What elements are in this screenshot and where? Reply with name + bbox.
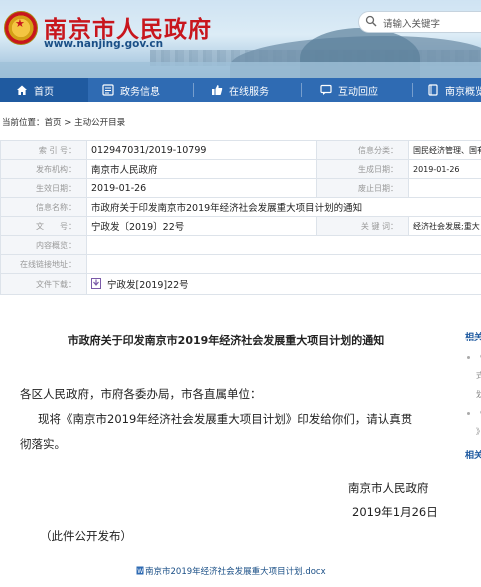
- nav-label-online-service: 在线服务: [229, 86, 269, 98]
- table-row: 文件下载： 宁政发[2019]22号: [0, 273, 481, 295]
- category-value: 国民经济管理、国有: [408, 140, 481, 160]
- effective-date-label: 生效日期：: [0, 178, 87, 198]
- online-link-label: 在线链接地址：: [0, 254, 87, 274]
- created-date-value: 2019-01-26: [408, 159, 481, 179]
- nav-item-interaction[interactable]: 互动回应: [320, 78, 378, 102]
- index-number-label: 索 引 号：: [0, 140, 87, 160]
- keywords-label: 关 键 词：: [316, 216, 409, 236]
- nav-divider: [301, 83, 302, 97]
- nav-item-gov-info[interactable]: 政务信息: [102, 78, 160, 102]
- issuer-label: 发布机构：: [0, 159, 87, 179]
- breadcrumb-home-link[interactable]: 首页: [45, 118, 62, 128]
- document-number-label: 文 号：: [0, 216, 87, 236]
- article-title: 市政府关于印发南京市2019年经济社会发展重大项目计划的通知: [67, 334, 385, 347]
- sidebar-related-heading: 相关: [465, 333, 481, 343]
- info-name-label: 信息名称：: [0, 197, 87, 217]
- nav-item-overview[interactable]: 南京概览: [427, 78, 481, 102]
- index-number-value: 012947031/2019-10799: [86, 140, 317, 160]
- banner-lake: [0, 62, 481, 78]
- search-box[interactable]: 请输入关键字: [358, 11, 481, 33]
- table-row: 内容概览：: [0, 235, 481, 255]
- table-row: 在线链接地址：: [0, 254, 481, 274]
- category-label: 信息分类：: [316, 140, 409, 160]
- chat-icon: [320, 84, 332, 95]
- effective-date-value: 2019-01-26: [86, 178, 317, 198]
- sidebar-link-fragment[interactable]: 《: [476, 351, 481, 362]
- site-url: www.nanjing.gov.cn: [44, 38, 164, 50]
- attachment-filename[interactable]: 南京市2019年经济社会发展重大项目计划.docx: [145, 567, 326, 577]
- nav-label-overview: 南京概览: [445, 86, 481, 98]
- article-note: （此件公开发布）: [40, 529, 132, 543]
- download-label: 文件下载：: [0, 273, 87, 295]
- search-input[interactable]: 请输入关键字: [383, 16, 440, 30]
- online-link-value[interactable]: [86, 254, 481, 274]
- breadcrumb-separator: >: [61, 118, 75, 128]
- nav-divider: [412, 83, 413, 97]
- thumb-up-icon: [212, 85, 223, 95]
- table-row: 信息名称： 市政府关于印发南京市2019年经济社会发展重大项目计划的通知: [0, 197, 481, 217]
- summary-value: [86, 235, 481, 255]
- home-icon: [17, 85, 27, 95]
- nav-label-interaction: 互动回应: [338, 86, 378, 98]
- list-icon: [102, 84, 114, 96]
- national-emblem-icon[interactable]: [4, 11, 38, 45]
- sidebar-link-fragment[interactable]: 划: [476, 389, 481, 400]
- article-salutation: 各区人民政府，市府各委办局，市各直属单位：: [20, 387, 262, 401]
- created-date-label: 生成日期：: [316, 159, 409, 179]
- sidebar-link-fragment[interactable]: 式: [476, 370, 481, 381]
- info-name-value: 市政府关于印发南京市2019年经济社会发展重大项目计划的通知: [86, 197, 481, 217]
- table-row: 生效日期： 2019-01-26 废止日期：: [0, 178, 481, 198]
- nav-item-home[interactable]: 首页: [0, 78, 88, 102]
- sidebar-bullet: [467, 356, 470, 359]
- table-row: 索 引 号： 012947031/2019-10799 信息分类： 国民经济管理…: [0, 140, 481, 160]
- breadcrumb-prefix: 当前位置：: [2, 118, 45, 128]
- summary-label: 内容概览：: [0, 235, 87, 255]
- nav-label-gov-info: 政务信息: [120, 86, 160, 98]
- main-nav: 首页 政务信息 在线服务 互动回应 南京概览: [0, 78, 481, 102]
- download-file-icon[interactable]: [91, 278, 101, 289]
- keywords-value: 经济社会发展;重大: [408, 216, 481, 236]
- word-file-icon: W: [136, 566, 144, 575]
- article-signature: 南京市人民政府: [348, 481, 429, 495]
- nav-divider: [193, 83, 194, 97]
- header-banner: 南京市人民政府 www.nanjing.gov.cn 请输入关键字: [0, 0, 481, 78]
- sidebar-link-fragment[interactable]: 《: [476, 407, 481, 418]
- nav-item-online-service[interactable]: 在线服务: [211, 78, 269, 102]
- table-row: 文 号： 宁政发〔2019〕22号 关 键 词： 经济社会发展;重大: [0, 216, 481, 236]
- article-date: 2019年1月26日: [352, 505, 438, 519]
- sidebar-related-heading: 相关: [465, 451, 481, 461]
- search-icon[interactable]: [365, 15, 377, 27]
- svg-text:W: W: [137, 568, 143, 575]
- download-cell: 宁政发[2019]22号: [86, 273, 481, 295]
- sidebar-divider: [465, 338, 481, 339]
- article-body-line: 现将《南京市2019年经济社会发展重大项目计划》印发给你们，请认真贯: [38, 412, 413, 426]
- document-number-value: 宁政发〔2019〕22号: [86, 216, 317, 236]
- nav-label-home: 首页: [34, 86, 54, 98]
- document-metadata-table: 索 引 号： 012947031/2019-10799 信息分类： 国民经济管理…: [0, 140, 481, 295]
- breadcrumb: 当前位置：首页 > 主动公开目录: [2, 116, 125, 128]
- sidebar-bullet: [467, 412, 470, 415]
- book-icon: [428, 84, 438, 96]
- sidebar-link-fragment[interactable]: 》: [476, 426, 481, 437]
- repeal-date-value: [408, 178, 481, 198]
- attachment-link[interactable]: W 南京市2019年经济社会发展重大项目计划.docx: [136, 565, 326, 577]
- repeal-date-label: 废止日期：: [316, 178, 409, 198]
- download-link[interactable]: 宁政发[2019]22号: [107, 280, 189, 291]
- table-row: 发布机构： 南京市人民政府 生成日期： 2019-01-26: [0, 159, 481, 179]
- breadcrumb-current-link[interactable]: 主动公开目录: [74, 118, 125, 128]
- issuer-value: 南京市人民政府: [86, 159, 317, 179]
- article-body-line: 彻落实。: [20, 437, 66, 451]
